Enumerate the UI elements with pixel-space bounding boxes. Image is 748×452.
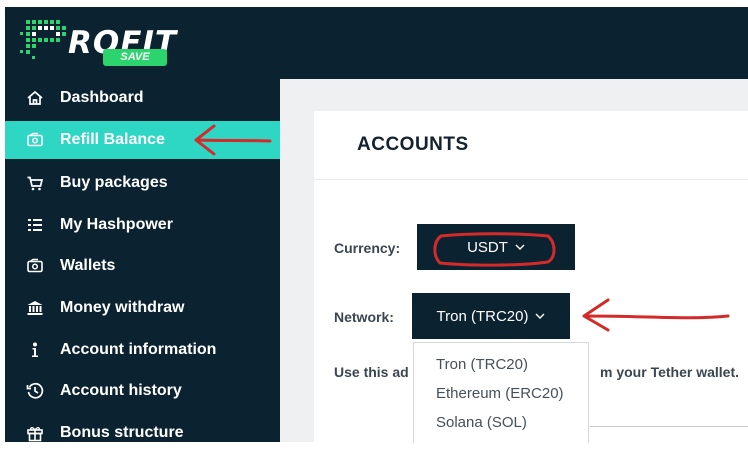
sidebar-item-label: Account history bbox=[60, 382, 182, 399]
card-divider bbox=[314, 179, 748, 180]
list-icon bbox=[26, 216, 44, 234]
bank-icon bbox=[26, 299, 44, 317]
network-option-ethereum[interactable]: Ethereum (ERC20) bbox=[436, 385, 564, 402]
sidebar-item-label: Refill Balance bbox=[60, 131, 165, 148]
history-icon bbox=[26, 382, 44, 400]
network-option-tron[interactable]: Tron (TRC20) bbox=[436, 356, 528, 373]
sidebar-item-label: Bonus structure bbox=[60, 424, 184, 441]
gift-icon bbox=[26, 424, 44, 442]
instructions-text-right: m your Tether wallet. bbox=[600, 364, 739, 380]
chevron-down-icon bbox=[535, 312, 545, 320]
wallet-icon bbox=[26, 257, 44, 275]
sidebar-item-label: My Hashpower bbox=[60, 216, 173, 233]
sidebar-item-refill-balance[interactable]: Refill Balance bbox=[5, 121, 280, 159]
logo-badge: SAVE bbox=[103, 49, 167, 66]
network-option-solana[interactable]: Solana (SOL) bbox=[436, 414, 527, 431]
network-value: Tron (TRC20) bbox=[436, 307, 529, 325]
top-header-bar bbox=[280, 7, 748, 79]
currency-select[interactable]: USDT bbox=[417, 224, 575, 270]
sidebar-item-label: Wallets bbox=[60, 257, 116, 274]
top-border bbox=[0, 0, 748, 7]
info-icon bbox=[26, 341, 44, 359]
network-select[interactable]: Tron (TRC20) bbox=[412, 293, 570, 339]
sidebar-item-wallets[interactable]: Wallets bbox=[5, 247, 280, 285]
home-icon bbox=[26, 89, 44, 107]
network-label: Network: bbox=[334, 309, 394, 325]
network-dropdown-menu: Tron (TRC20) Ethereum (ERC20) Solana (SO… bbox=[413, 342, 589, 443]
sidebar-item-bonus-structure[interactable]: Bonus structure bbox=[5, 414, 280, 452]
sidebar-item-my-hashpower[interactable]: My Hashpower bbox=[5, 206, 280, 244]
page-title: ACCOUNTS bbox=[357, 134, 469, 155]
wallet-icon bbox=[26, 131, 44, 149]
chevron-down-icon bbox=[515, 243, 525, 251]
sidebar-item-account-information[interactable]: Account information bbox=[5, 331, 280, 369]
instructions-text-left: Use this ad bbox=[334, 364, 409, 380]
sidebar-item-money-withdraw[interactable]: Money withdraw bbox=[5, 289, 280, 327]
sidebar-item-label: Money withdraw bbox=[60, 299, 185, 316]
brand-logo[interactable]: ROFIT SAVE bbox=[18, 12, 183, 68]
currency-value: USDT bbox=[467, 238, 508, 256]
sidebar-item-label: Account information bbox=[60, 341, 217, 358]
card-rule bbox=[590, 426, 748, 427]
sidebar-item-label: Dashboard bbox=[60, 89, 144, 106]
sidebar-item-account-history[interactable]: Account history bbox=[5, 372, 280, 410]
sidebar-item-dashboard[interactable]: Dashboard bbox=[5, 79, 280, 117]
cart-icon bbox=[26, 174, 44, 192]
currency-label: Currency: bbox=[334, 240, 401, 256]
sidebar-item-label: Buy packages bbox=[60, 174, 168, 191]
sidebar-item-buy-packages[interactable]: Buy packages bbox=[5, 164, 280, 202]
